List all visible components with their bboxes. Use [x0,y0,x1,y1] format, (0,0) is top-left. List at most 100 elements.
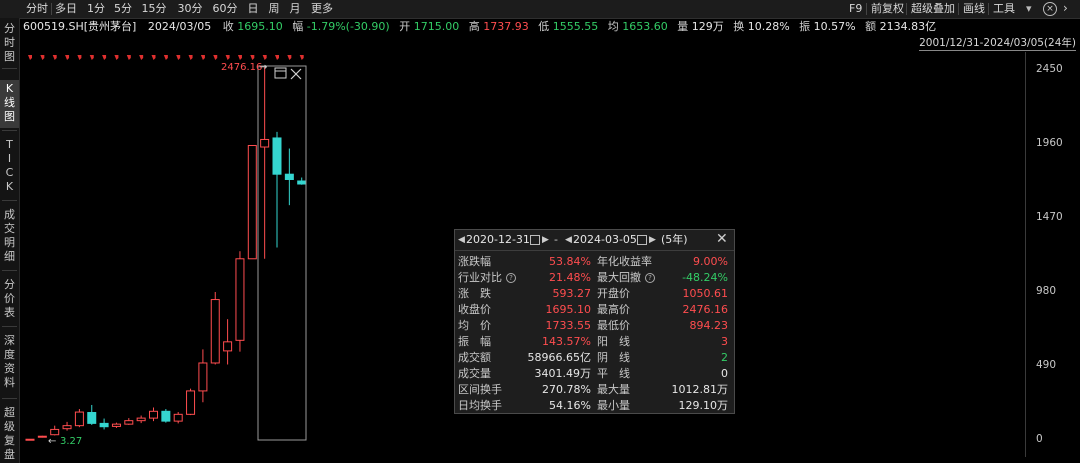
event-marker[interactable] [102,55,107,60]
stats-row: 成交量 3401.49万 [458,366,591,382]
candle-body[interactable] [235,258,245,341]
calendar-icon[interactable] [637,235,647,245]
stats-row: 日均换手 54.16% [458,398,591,414]
event-marker[interactable] [65,55,70,60]
event-marker[interactable] [126,55,131,60]
interval-stats-header: ◀ 2020-12-31 ▶ - ◀ 2024-03-05 ▶ (5年) ✕ [455,230,734,251]
candle-body[interactable] [37,435,47,438]
stats-value: 1733.55 [545,319,592,332]
candles [25,66,307,441]
calendar-icon[interactable] [530,235,540,245]
candle-body[interactable] [62,425,72,430]
stats-row: 均 价 1733.55 [458,318,591,334]
stats-row: 成交额 58966.65亿 [458,350,591,366]
event-marker[interactable] [52,55,57,60]
candle-body[interactable] [99,422,109,428]
event-markers [28,55,304,60]
prev-end-icon[interactable]: ◀ [565,233,572,247]
event-marker[interactable] [77,55,82,60]
candle-body[interactable] [247,145,257,260]
candle-body[interactable] [223,341,233,352]
candle-body[interactable] [124,420,134,425]
candle-body[interactable] [210,299,220,364]
next-start-icon[interactable]: ▶ [542,233,549,247]
y-tick-label: 0 [1036,433,1043,445]
event-marker[interactable] [28,55,32,60]
stats-value: 21.48% [549,271,591,284]
event-marker[interactable] [299,55,304,60]
stats-value: 270.78% [542,383,591,396]
stats-value: 1012.81万 [671,383,729,396]
event-marker[interactable] [188,55,193,60]
event-marker[interactable] [237,55,242,60]
stats-row: 阴 线 2 [597,350,728,366]
start-date[interactable]: 2020-12-31 [466,233,530,247]
stats-key: 涨 跌 [458,287,491,300]
stats-value: -48.24% [682,271,728,284]
stats-row: 涨跌幅 53.84% [458,254,591,270]
stats-value: 894.23 [689,319,729,332]
range-separator: - [554,233,558,246]
stats-value: 2476.16 [682,303,729,316]
close-icon[interactable]: × [1043,2,1057,16]
stats-key: 均 价 [458,319,491,332]
event-marker[interactable] [213,55,218,60]
event-marker[interactable] [287,55,292,60]
candle-body[interactable] [173,413,183,422]
end-date[interactable]: 2024-03-05 [573,233,637,247]
event-marker[interactable] [163,55,168,60]
next-end-icon[interactable]: ▶ [649,233,656,247]
candle-body[interactable] [186,390,196,415]
stats-row: 最小量 129.10万 [597,398,728,414]
y-tick-label: 1960 [1036,137,1063,149]
stats-key: 日均换手 [458,399,502,412]
help-icon[interactable]: ? [506,273,516,283]
stats-row: 最低价 894.23 [597,318,728,334]
stats-row: 区间换手 270.78% [458,382,591,398]
period-label: (5年) [661,233,688,246]
stats-row: 年化收益率 9.00% [597,254,728,270]
stats-key: 最高价 [597,303,630,316]
candle-body[interactable] [50,428,60,436]
candle-body[interactable] [74,411,84,427]
chevron-down-icon[interactable]: ▾ [1026,2,1032,16]
candle-body[interactable] [198,362,208,392]
close-icon[interactable]: ✕ [716,232,728,246]
candle-body[interactable] [25,438,35,441]
stats-key: 行业对比 [458,271,502,284]
candle-body[interactable] [87,412,97,424]
high-marker-label: 2476.16 [221,62,262,73]
event-marker[interactable] [151,55,156,60]
interval-stats-panel: ◀ 2020-12-31 ▶ - ◀ 2024-03-05 ▶ (5年) ✕ 涨… [454,229,735,414]
selection-box[interactable] [257,65,307,441]
stats-value: 9.00% [693,255,728,268]
event-marker[interactable] [225,55,230,60]
candle-body[interactable] [297,180,307,185]
candle-body[interactable] [111,423,121,427]
candle-body[interactable] [260,138,270,148]
event-marker[interactable] [114,55,119,60]
expand-icon[interactable]: › [1063,1,1068,15]
stats-value: 143.57% [542,335,591,348]
event-marker[interactable] [250,55,255,60]
stats-key: 最低价 [597,319,630,332]
stats-key: 成交量 [458,367,491,380]
candle-body[interactable] [272,137,282,175]
candle-body[interactable] [149,410,158,419]
stats-key: 振 幅 [458,335,491,348]
stats-value: 3 [721,335,728,348]
candle-body[interactable] [161,410,171,422]
window-icon[interactable] [274,67,287,79]
event-marker[interactable] [139,55,144,60]
event-marker[interactable] [40,55,45,60]
candle-body[interactable] [136,417,146,422]
help-icon[interactable]: ? [645,273,655,283]
event-marker[interactable] [275,55,279,60]
prev-start-icon[interactable]: ◀ [458,233,465,247]
event-marker[interactable] [200,55,205,60]
event-marker[interactable] [262,55,267,60]
candle-body[interactable] [284,173,294,180]
event-marker[interactable] [176,55,181,60]
stats-row: 最高价 2476.16 [597,302,728,318]
event-marker[interactable] [89,55,94,60]
